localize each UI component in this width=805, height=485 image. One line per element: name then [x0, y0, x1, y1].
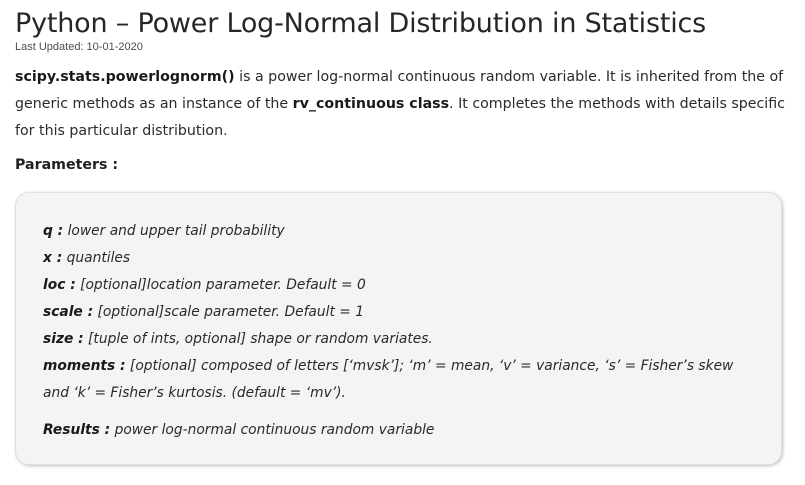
param-name: q : [43, 223, 64, 239]
param-desc: quantiles [62, 250, 131, 266]
param-q: q : lower and upper tail probability [43, 218, 763, 245]
param-name: x : [43, 250, 63, 266]
param-loc: loc : [optional]location parameter. Defa… [43, 272, 763, 299]
param-scale: scale : [optional]scale parameter. Defau… [43, 299, 763, 326]
param-desc: [optional]scale parameter. Default = 1 [93, 304, 364, 320]
article: Python – Power Log-Normal Distribution i… [15, 0, 790, 465]
results-desc: power log-normal continuous random varia… [110, 422, 435, 438]
param-desc: [tuple of ints, optional] shape or rando… [83, 331, 433, 347]
param-name: size : [43, 331, 84, 347]
param-desc: [optional]location parameter. Default = … [75, 277, 366, 293]
function-name: scipy.stats.powerlognorm() [15, 69, 235, 85]
results-label: Results : [43, 422, 111, 438]
param-desc: [optional] composed of letters [‘mvsk’];… [43, 358, 734, 401]
param-moments: moments : [optional] composed of letters… [43, 353, 763, 407]
param-desc: lower and upper tail probability [63, 223, 285, 239]
page-title: Python – Power Log-Normal Distribution i… [15, 8, 707, 39]
class-name: rv_continuous class [292, 96, 450, 112]
parameters-heading: Parameters : [15, 157, 119, 173]
param-x: x : quantiles [43, 245, 763, 272]
param-name: moments : [43, 358, 126, 374]
param-name: scale : [43, 304, 94, 320]
parameters-list: q : lower and upper tail probability x :… [43, 218, 763, 444]
results-row: Results : power log-normal continuous ra… [43, 417, 763, 444]
parameters-box: q : lower and upper tail probability x :… [15, 192, 782, 465]
param-name: loc : [43, 277, 76, 293]
intro-paragraph: scipy.stats.powerlognorm() is a power lo… [15, 64, 787, 145]
param-size: size : [tuple of ints, optional] shape o… [43, 326, 763, 353]
last-updated-date: Last Updated: 10-01-2020 [15, 41, 143, 53]
